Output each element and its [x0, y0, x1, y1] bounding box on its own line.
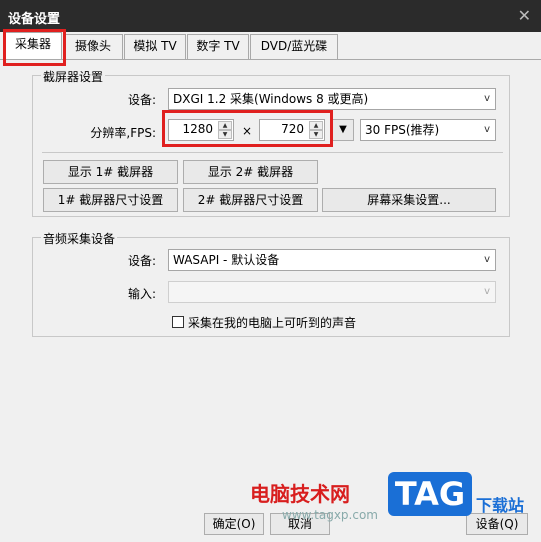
capture-1-size-button[interactable]: 1# 截屏器尺寸设置	[43, 188, 178, 212]
close-icon[interactable]: ✕	[518, 6, 531, 25]
capture-device-select[interactable]: DXGI 1.2 采集(Windows 8 或更高) v	[168, 88, 496, 110]
show-capture-2-button[interactable]: 显示 2# 截屏器	[183, 160, 318, 184]
tab-analog-tv[interactable]: 模拟 TV	[124, 34, 186, 59]
window-title: 设备设置	[8, 12, 61, 27]
audio-input-select[interactable]: v	[168, 281, 496, 303]
fps-value: 30 FPS(推荐)	[365, 123, 440, 137]
tab-dvd-bluray[interactable]: DVD/蓝光碟	[250, 34, 338, 59]
device-settings-button[interactable]: 设备(Q)	[466, 513, 528, 535]
show-capture-1-button[interactable]: 显示 1# 截屏器	[43, 160, 178, 184]
resolution-label: 分辨率,FPS:	[90, 126, 156, 140]
capture-audible-sound-label: 采集在我的电脑上可听到的声音	[188, 316, 357, 330]
tab-digital-tv[interactable]: 数字 TV	[187, 34, 249, 59]
tag-logo: TAG	[388, 472, 472, 516]
chevron-down-icon: v	[484, 124, 490, 135]
watermark-download: 下载站	[476, 496, 525, 515]
screen-capture-settings-button[interactable]: 屏幕采集设置...	[322, 188, 496, 212]
highlight-box	[3, 29, 66, 66]
title-bar: 设备设置 ✕	[0, 0, 541, 32]
divider	[42, 152, 503, 153]
watermark-url: www.tagxp.com	[282, 508, 378, 522]
chevron-down-icon: v	[484, 254, 490, 265]
chevron-down-icon: v	[484, 93, 490, 104]
capture-2-size-button[interactable]: 2# 截屏器尺寸设置	[183, 188, 318, 212]
screen-capture-group-title: 截屏器设置	[41, 68, 106, 85]
audio-device-select[interactable]: WASAPI - 默认设备 v	[168, 249, 496, 271]
fps-select[interactable]: 30 FPS(推荐) v	[360, 119, 496, 141]
audio-device-value: WASAPI - 默认设备	[173, 253, 280, 267]
resolution-preset-button[interactable]: ▼	[332, 119, 354, 141]
watermark-site-name: 电脑技术网	[250, 482, 350, 506]
capture-device-value: DXGI 1.2 采集(Windows 8 或更高)	[173, 92, 369, 106]
audio-device-label: 设备:	[127, 254, 156, 268]
audio-input-label: 输入:	[127, 287, 156, 301]
tab-camera[interactable]: 摄像头	[63, 34, 123, 59]
capture-audible-sound-checkbox[interactable]	[172, 316, 184, 328]
audio-capture-group-title: 音频采集设备	[41, 230, 118, 247]
tab-bar: 采集器 摄像头 模拟 TV 数字 TV DVD/蓝光碟	[0, 32, 541, 59]
ok-button[interactable]: 确定(O)	[204, 513, 264, 535]
device-label: 设备:	[127, 93, 156, 107]
chevron-down-icon: v	[484, 286, 490, 297]
highlight-box	[162, 110, 333, 147]
